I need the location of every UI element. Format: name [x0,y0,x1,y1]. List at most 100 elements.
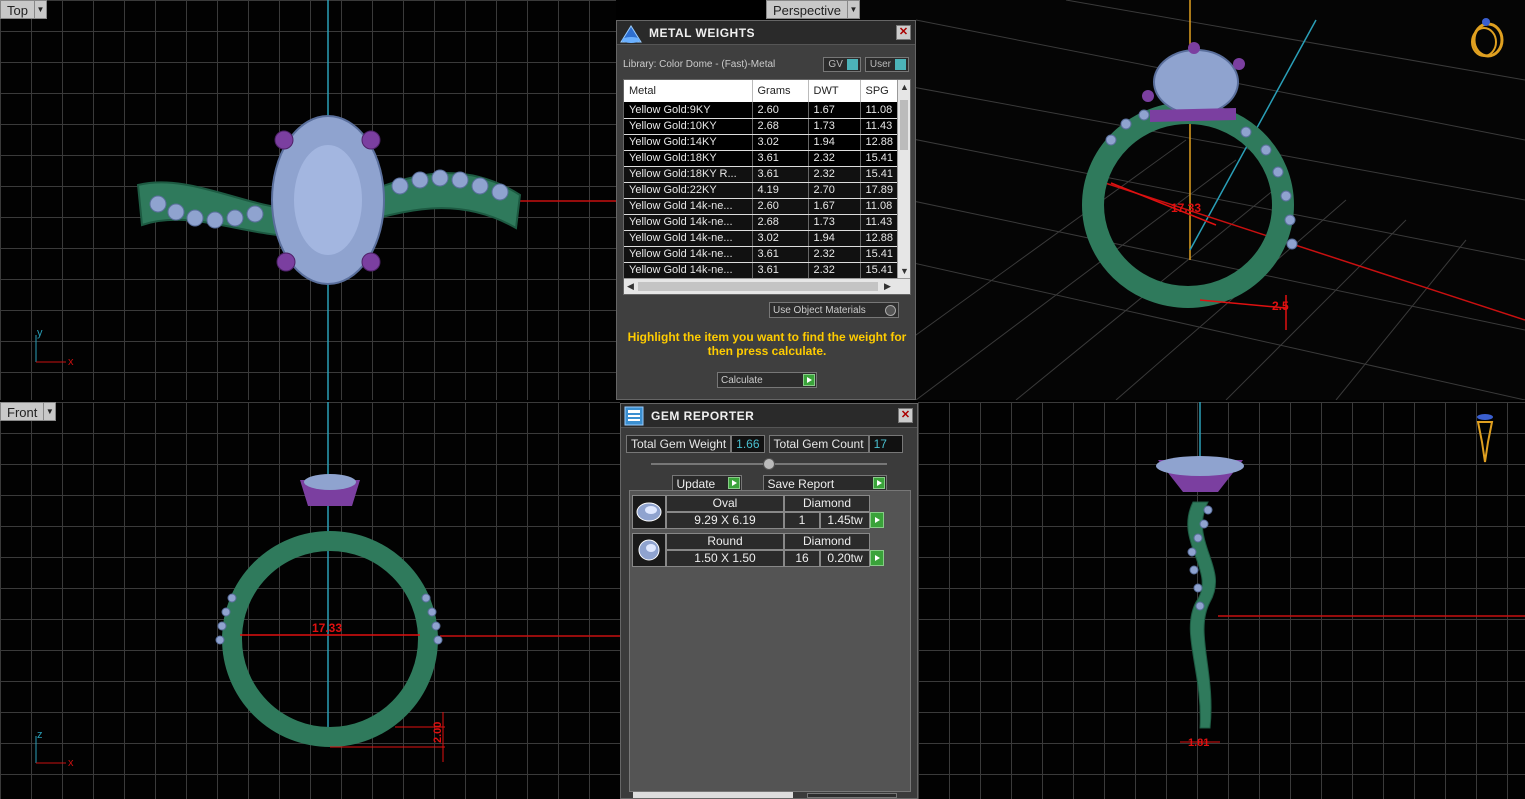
gem-row[interactable]: Oval Diamond 9.29 X 6.19 1 1.45tw [632,495,908,529]
table-cell: 3.61 [752,246,809,263]
scroll-down-icon[interactable]: ▼ [900,266,909,276]
use-object-materials-option[interactable]: Use Object Materials [769,302,899,318]
scroll-left-icon[interactable]: ◀ [627,281,634,292]
round-gem-icon [632,533,666,567]
column-header[interactable]: DWT [808,80,861,102]
ring-front-render: 17.33 2.00 z x [35,402,620,769]
gem-size: 9.29 X 6.19 [666,512,784,529]
table-cell: 11.43 [860,214,901,231]
gem-qty: 16 [784,550,820,567]
gem-detail-button[interactable] [870,550,884,566]
gv-toggle[interactable]: GV [823,56,861,72]
report-icon [624,406,644,425]
table-row[interactable]: Yellow Gold 14k-ne... 3.61 2.32 15.41 [624,262,901,279]
toggle-knob [846,58,858,70]
gem-row[interactable]: Round Diamond 1.50 X 1.50 16 0.20tw [632,533,908,567]
play-icon[interactable] [803,374,815,386]
viewport-top[interactable]: Top ▼ y x [0,0,616,400]
column-header[interactable]: Metal [624,80,753,102]
play-icon[interactable] [727,477,740,489]
view-gizmo-icon[interactable] [1476,414,1494,463]
column-header[interactable]: SPG [860,80,901,102]
gem-size: 1.50 X 1.50 [666,550,784,567]
gem-stone: Diamond [784,495,870,512]
viewport-right[interactable]: 1.81 [918,402,1525,799]
axis-x-label: x [68,757,74,769]
table-cell: 11.43 [860,118,901,135]
gem-stone: Diamond [784,533,870,550]
viewport-label-perspective[interactable]: Perspective ▼ [766,0,860,19]
viewport-front[interactable]: Front ▼ 17.33 2.00 z x [0,402,620,799]
table-row[interactable]: Yellow Gold:18KY R... 3.61 2.32 15.41 [624,166,901,183]
total-gem-weight-label: Total Gem Weight [626,435,732,453]
ring-gizmo-icon[interactable] [1471,18,1504,58]
column-header[interactable]: Grams [752,80,809,102]
panel-slider[interactable] [651,457,887,471]
update-label: Update [676,477,716,491]
gem-detail-button[interactable] [870,512,884,528]
table-cell: 2.32 [808,246,861,263]
table-row[interactable]: Yellow Gold:14KY 3.02 1.94 12.88 [624,134,901,151]
user-toggle[interactable]: User [864,56,909,72]
gem-reporter-titlebar[interactable]: GEM REPORTER ✕ [621,404,917,428]
viewport-label-top[interactable]: Top ▼ [0,0,47,19]
table-cell: 2.68 [752,214,809,231]
bottom-input[interactable] [633,792,793,798]
table-cell: Yellow Gold:10KY [624,118,753,135]
metal-table[interactable]: Metal Grams DWT SPG Yellow Gold:9KY 2.60 1… [623,79,911,295]
dome-icon [620,24,642,43]
chevron-down-icon[interactable]: ▼ [847,0,860,19]
table-cell: 3.61 [752,262,809,279]
table-cell: 1.67 [808,198,861,215]
close-button[interactable]: ✕ [896,25,911,40]
vertical-scrollbar[interactable]: ▲ ▼ [897,80,910,280]
table-cell: Yellow Gold:18KY R... [624,166,753,183]
scroll-thumb[interactable] [900,100,908,150]
gem-weight: 1.45tw [820,512,870,529]
gem-weight: 0.20tw [820,550,870,567]
table-row[interactable]: Yellow Gold 14k-ne... 2.68 1.73 11.43 [624,214,901,231]
total-gem-count-label: Total Gem Count [768,435,869,453]
table-cell: 2.32 [808,166,861,183]
radio-icon[interactable] [885,305,896,316]
table-cell: 1.67 [808,102,861,119]
table-row[interactable]: Yellow Gold:9KY 2.60 1.67 11.08 [624,102,901,119]
horizontal-scrollbar[interactable]: ◀ ▶ [624,278,910,294]
chevron-down-icon[interactable]: ▼ [34,0,47,19]
table-cell: Yellow Gold 14k-ne... [624,214,753,231]
play-icon[interactable] [872,477,885,489]
close-button[interactable]: ✕ [898,408,913,423]
gem-reporter-panel: GEM REPORTER ✕ Total Gem Weight 1.66 Tot… [620,403,918,799]
viewport-name: Front [0,402,45,421]
chevron-down-icon[interactable]: ▼ [44,402,57,421]
calculate-button[interactable]: Calculate [717,372,817,388]
viewport-label-front[interactable]: Front ▼ [0,402,57,421]
total-gem-count-value: 17 [868,435,903,453]
table-row[interactable]: Yellow Gold:10KY 2.68 1.73 11.43 [624,118,901,135]
gv-label: GV [828,58,843,70]
gem-list: Oval Diamond 9.29 X 6.19 1 1.45tw Round … [629,490,911,792]
user-label: User [869,58,891,70]
scroll-up-icon[interactable]: ▲ [900,82,909,92]
table-row[interactable]: Yellow Gold:22KY 4.19 2.70 17.89 [624,182,901,199]
use-object-materials-label: Use Object Materials [773,304,866,316]
metal-weights-titlebar[interactable]: METAL WEIGHTS ✕ [617,21,915,45]
table-cell: 15.41 [860,246,901,263]
table-row[interactable]: Yellow Gold:18KY 3.61 2.32 15.41 [624,150,901,167]
table-row[interactable]: Yellow Gold 14k-ne... 3.02 1.94 12.88 [624,230,901,247]
viewport-name: Perspective [766,0,848,19]
table-row[interactable]: Yellow Gold 14k-ne... 2.60 1.67 11.08 [624,198,901,215]
bottom-dropdown[interactable] [807,793,897,798]
toggle-knob [895,58,906,70]
table-cell: Yellow Gold:22KY [624,182,753,199]
gem-totals: Total Gem Weight 1.66 Total Gem Count 17 [626,434,912,454]
slider-knob[interactable] [763,458,775,470]
table-row[interactable]: Yellow Gold 14k-ne... 3.61 2.32 15.41 [624,246,901,263]
table-cell: 3.02 [752,134,809,151]
table-cell: 11.08 [860,198,901,215]
viewport-name: Top [0,0,35,19]
axis-z-label: z [37,729,43,741]
scroll-thumb[interactable] [638,282,878,291]
scroll-right-icon[interactable]: ▶ [884,281,891,292]
gem-shape: Oval [666,495,784,512]
